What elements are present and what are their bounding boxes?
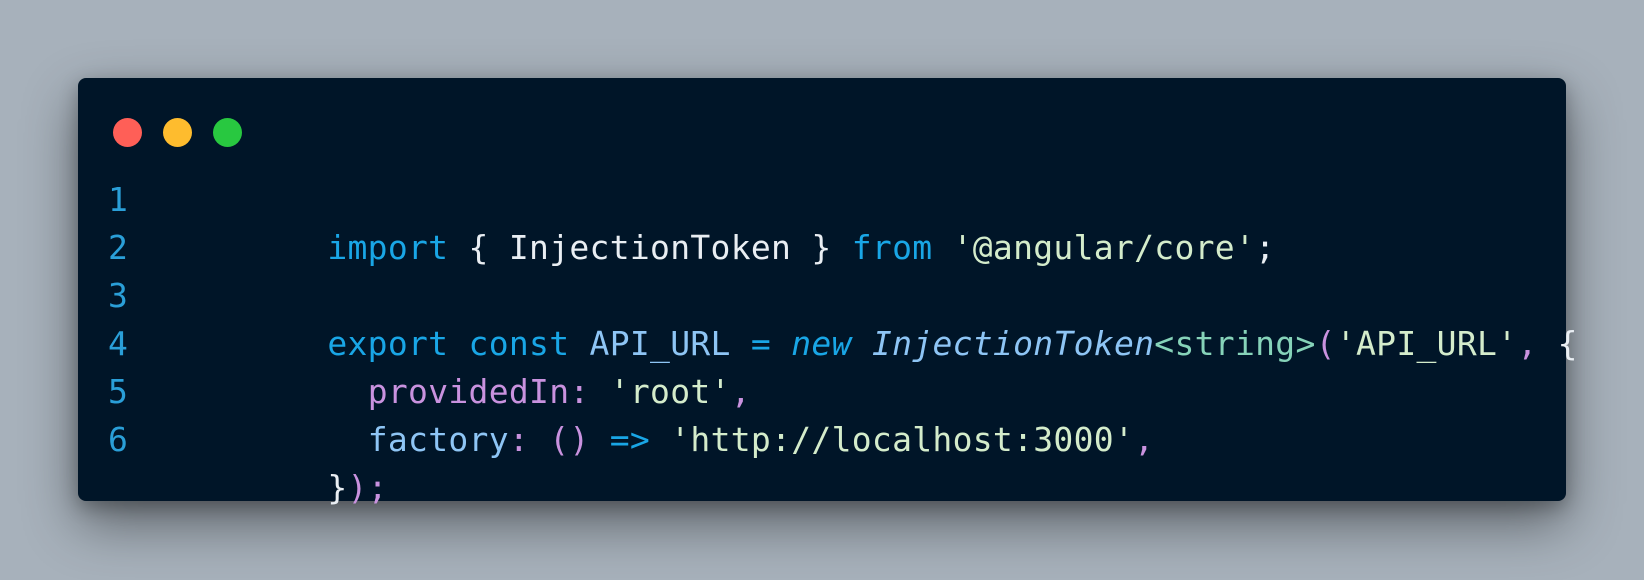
line-content: }); xyxy=(166,416,388,507)
maximize-window-icon[interactable] xyxy=(213,118,242,147)
line-number: 5 xyxy=(108,372,129,411)
code-token: import xyxy=(327,228,449,267)
code-token: { xyxy=(448,228,509,267)
code-window: 1 import { InjectionToken } from '@angul… xyxy=(78,78,1578,507)
code-token: factory xyxy=(367,420,509,459)
code-token: '@angular/core' xyxy=(952,228,1256,267)
code-token: : xyxy=(508,420,530,459)
code-block: 1 import { InjectionToken } from '@angul… xyxy=(108,176,1578,507)
minimize-window-icon[interactable] xyxy=(163,118,192,147)
code-token: <string> xyxy=(1154,324,1316,363)
code-token: => xyxy=(609,420,651,459)
line-number: 4 xyxy=(108,324,129,363)
code-token: () xyxy=(549,420,590,459)
code-token: ; xyxy=(1255,228,1276,267)
code-token: 'API_URL' xyxy=(1335,324,1518,363)
code-token: , xyxy=(1134,420,1155,459)
line-content: factory: () => 'http://localhost:3000', xyxy=(166,368,1154,459)
code-token: InjectionToken xyxy=(508,228,792,267)
line-number: 6 xyxy=(108,420,129,459)
line-number: 3 xyxy=(108,276,129,315)
line-content: import { InjectionToken } from '@angular… xyxy=(166,176,1275,267)
code-token: } xyxy=(791,228,852,267)
code-token: } xyxy=(327,468,348,507)
code-line-5: 5 factory: () => 'http://localhost:3000'… xyxy=(108,368,1546,459)
code-token: new xyxy=(791,324,852,363)
code-token: 'http://localhost:3000' xyxy=(670,420,1135,459)
code-token: ( xyxy=(1315,324,1336,363)
code-token: ); xyxy=(347,468,388,507)
code-line-1: 1 import { InjectionToken } from '@angul… xyxy=(108,176,1546,267)
code-token: InjectionToken xyxy=(871,324,1155,363)
window-controls xyxy=(113,118,242,147)
close-window-icon[interactable] xyxy=(113,118,142,147)
code-line-3: 3 export const API_URL = new InjectionTo… xyxy=(108,272,1578,363)
line-content: providedIn: 'root', xyxy=(166,320,751,411)
line-content: export const API_URL = new InjectionToke… xyxy=(166,272,1578,363)
code-token: , xyxy=(1517,324,1538,363)
line-number: 1 xyxy=(108,180,129,219)
line-number: 2 xyxy=(108,228,129,267)
code-token: from xyxy=(851,228,933,267)
code-token: { xyxy=(1537,324,1578,363)
code-token: = xyxy=(750,324,772,363)
